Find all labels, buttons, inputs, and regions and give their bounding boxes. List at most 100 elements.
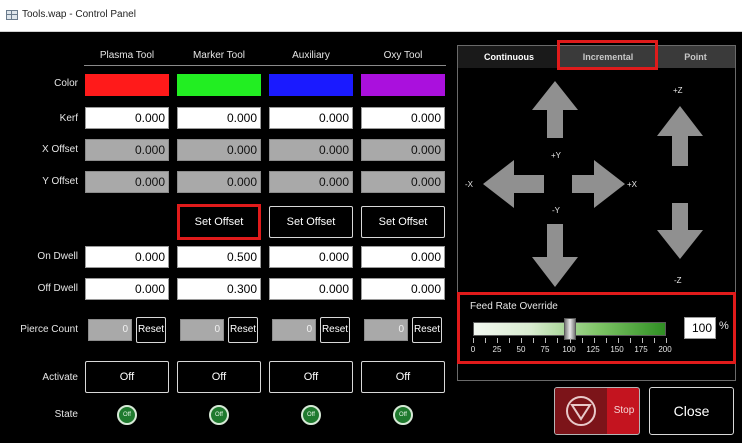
activate-button-marker[interactable]: Off: [177, 361, 261, 393]
activate-button-plasma[interactable]: Off: [85, 361, 169, 393]
axis-label-plus-z: +Z: [673, 86, 683, 95]
scale-label: 75: [540, 345, 550, 354]
x-offset-field-oxy: 0.000: [361, 139, 445, 161]
feed-rate-label: Feed Rate Override: [470, 301, 558, 312]
close-button[interactable]: Close: [649, 387, 734, 435]
slider-tick: [582, 338, 583, 343]
stop-button[interactable]: Stop: [554, 387, 640, 435]
slider-tick: [666, 338, 667, 343]
pierce-count-oxy: 0: [364, 319, 408, 341]
off-dwell-field-oxy[interactable]: 0.000: [361, 278, 445, 300]
title-bar: Tools.wap - Control Panel: [0, 0, 742, 32]
color-swatch-marker[interactable]: [177, 74, 261, 96]
slider-tick: [557, 338, 558, 343]
pierce-count-plasma: 0: [88, 319, 132, 341]
y-offset-field-plasma: 0.000: [85, 171, 169, 193]
axis-label-plus-x: +X: [627, 180, 638, 189]
on-dwell-field-plasma[interactable]: 0.000: [85, 246, 169, 268]
column-header-marker: Marker Tool: [192, 50, 246, 61]
row-label-on-dwell: On Dwell: [37, 251, 78, 262]
column-header-oxy: Oxy Tool: [383, 50, 423, 61]
row-label-off-dwell: Off Dwell: [37, 283, 78, 294]
y-offset-field-auxiliary: 0.000: [269, 171, 353, 193]
color-swatch-auxiliary[interactable]: [269, 74, 353, 96]
reset-button-auxiliary[interactable]: Reset: [320, 317, 350, 343]
color-swatch-oxy[interactable]: [361, 74, 445, 96]
pierce-count-auxiliary: 0: [272, 319, 316, 341]
reset-button-marker[interactable]: Reset: [228, 317, 258, 343]
kerf-field-auxiliary[interactable]: 0.000: [269, 107, 353, 129]
axis-label-minus-x: -X: [465, 180, 473, 189]
row-label-state: State: [54, 409, 78, 420]
scale-label: 50: [516, 345, 526, 354]
stop-icon: [566, 396, 596, 426]
scale-label: 100: [562, 345, 576, 354]
feed-rate-slider-thumb[interactable]: [563, 318, 576, 340]
y-offset-field-oxy: 0.000: [361, 171, 445, 193]
slider-tick: [618, 338, 619, 343]
row-label-y-offset: Y Offset: [42, 176, 78, 187]
off-dwell-field-marker[interactable]: 0.300: [177, 278, 261, 300]
set-offset-button-marker[interactable]: Set Offset: [177, 206, 261, 238]
slider-tick: [521, 338, 522, 343]
scale-label: 175: [634, 345, 648, 354]
x-offset-field-marker: 0.000: [177, 139, 261, 161]
axis-label-plus-y: +Y: [551, 151, 562, 160]
slider-tick: [570, 338, 571, 343]
activate-button-auxiliary[interactable]: Off: [269, 361, 353, 393]
slider-tick: [545, 338, 546, 343]
x-offset-field-plasma: 0.000: [85, 139, 169, 161]
kerf-field-oxy[interactable]: 0.000: [361, 107, 445, 129]
state-indicator-oxy: Off: [393, 405, 413, 425]
slider-tick: [594, 338, 595, 343]
row-label-pierce-count: Pierce Count: [20, 324, 78, 335]
reset-button-oxy[interactable]: Reset: [412, 317, 442, 343]
off-dwell-field-auxiliary[interactable]: 0.000: [269, 278, 353, 300]
row-label-x-offset: X Offset: [42, 144, 78, 155]
scale-label: 125: [586, 345, 600, 354]
app-icon: [6, 10, 18, 20]
axis-label-minus-y: -Y: [552, 206, 560, 215]
scale-label: 25: [492, 345, 502, 354]
on-dwell-field-auxiliary[interactable]: 0.000: [269, 246, 353, 268]
column-header-plasma: Plasma Tool: [99, 50, 155, 61]
set-offset-button-oxy[interactable]: Set Offset: [361, 206, 445, 238]
tab-incremental[interactable]: Incremental: [560, 46, 656, 68]
slider-tick: [473, 338, 474, 343]
kerf-field-plasma[interactable]: 0.000: [85, 107, 169, 129]
slider-tick: [630, 338, 631, 343]
header-divider: [84, 65, 446, 66]
tab-continuous[interactable]: Continuous: [458, 46, 560, 68]
slider-tick: [497, 338, 498, 343]
scale-label: 0: [470, 345, 476, 354]
reset-button-plasma[interactable]: Reset: [136, 317, 166, 343]
set-offset-button-auxiliary[interactable]: Set Offset: [269, 206, 353, 238]
axis-label-minus-z: -Z: [674, 276, 682, 285]
feed-rate-ticks: [473, 338, 667, 344]
row-label-activate: Activate: [42, 372, 78, 383]
color-swatch-plasma[interactable]: [85, 74, 169, 96]
x-offset-field-auxiliary: 0.000: [269, 139, 353, 161]
slider-tick: [533, 338, 534, 343]
tab-point[interactable]: Point: [656, 46, 735, 68]
state-indicator-plasma: Off: [117, 405, 137, 425]
y-offset-field-marker: 0.000: [177, 171, 261, 193]
stop-button-icon-area: [555, 388, 607, 434]
on-dwell-field-marker[interactable]: 0.500: [177, 246, 261, 268]
slider-tick: [606, 338, 607, 343]
slider-tick: [509, 338, 510, 343]
row-label-kerf: Kerf: [59, 113, 78, 124]
scale-label: 200: [658, 345, 672, 354]
row-label-color: Color: [54, 78, 78, 89]
on-dwell-field-oxy[interactable]: 0.000: [361, 246, 445, 268]
feed-rate-value-field[interactable]: 100: [684, 317, 716, 339]
column-header-auxiliary: Auxiliary: [292, 50, 330, 61]
kerf-field-marker[interactable]: 0.000: [177, 107, 261, 129]
off-dwell-field-plasma[interactable]: 0.000: [85, 278, 169, 300]
activate-button-oxy[interactable]: Off: [361, 361, 445, 393]
slider-tick: [485, 338, 486, 343]
slider-tick: [642, 338, 643, 343]
state-indicator-auxiliary: Off: [301, 405, 321, 425]
feed-rate-unit: %: [719, 320, 729, 332]
state-indicator-marker: Off: [209, 405, 229, 425]
